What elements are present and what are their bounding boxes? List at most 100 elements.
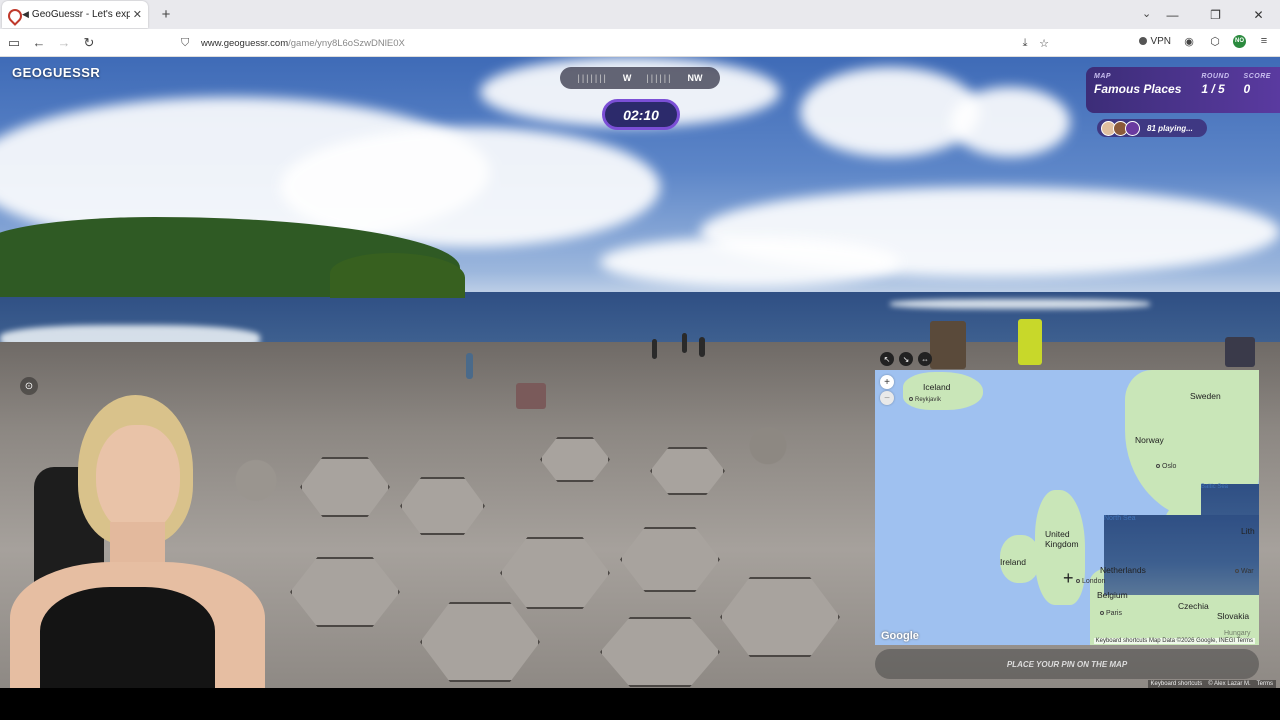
surf bbox=[890, 299, 1150, 309]
back-icon[interactable]: ← bbox=[28, 32, 50, 54]
players-online-badge[interactable]: 81 playing... bbox=[1097, 119, 1207, 137]
tourist bbox=[652, 339, 657, 359]
bookmark-star-icon[interactable]: ☆ bbox=[1036, 35, 1052, 51]
shield-icon[interactable]: ⛉ bbox=[181, 37, 193, 49]
webcam-person-face bbox=[96, 425, 180, 535]
round-timer: 02:10 bbox=[602, 99, 680, 130]
city-dot-icon bbox=[909, 397, 913, 402]
map-label-hungary: Hungary bbox=[1224, 630, 1251, 637]
zoom-out-button[interactable]: − bbox=[880, 391, 894, 405]
url-host: www.geoguessr.com bbox=[201, 37, 289, 49]
tab-bar: ◀︎ GeoGuessr - Let's explore t ✕ + ⌄ — ❐… bbox=[0, 0, 1280, 29]
map-label-sweden: Sweden bbox=[1190, 391, 1221, 401]
map-label-london: London bbox=[1076, 578, 1105, 585]
save-page-icon[interactable]: ⤓ bbox=[1017, 35, 1033, 51]
map-pin-toggle-icon[interactable]: ⇔ bbox=[918, 352, 932, 366]
extensions-icon[interactable]: ⬡ bbox=[1207, 33, 1223, 49]
tourist bbox=[1225, 337, 1255, 367]
menu-icon[interactable]: ≡ bbox=[1256, 33, 1272, 49]
map-label-oslo-text: Oslo bbox=[1162, 463, 1177, 470]
map-label-reykjavik-text: Reykjavík bbox=[915, 397, 942, 403]
window-controls: — ❐ ✕ bbox=[1151, 0, 1280, 29]
account-icon[interactable]: ◉ bbox=[1181, 33, 1197, 49]
map-label-ireland: Ireland bbox=[1000, 557, 1026, 567]
players-online-text: 81 playing... bbox=[1147, 123, 1193, 133]
map-label-paris-text: Paris bbox=[1106, 610, 1122, 617]
map-label-slovakia: Slovakia bbox=[1217, 611, 1250, 621]
map-label-lith: Lith bbox=[1241, 526, 1255, 536]
speaker-icon[interactable]: ◀︎ bbox=[22, 9, 29, 20]
map-label: MAP bbox=[1094, 73, 1112, 80]
map-shrink-icon[interactable]: ↘ bbox=[899, 352, 913, 366]
map-label-belgium: Belgium bbox=[1097, 590, 1128, 600]
browser-tab[interactable]: ◀︎ GeoGuessr - Let's explore t ✕ bbox=[2, 1, 148, 28]
map-label-london-text: London bbox=[1082, 578, 1106, 585]
round-value: 1 / 5 bbox=[1201, 82, 1225, 96]
reload-icon[interactable]: ↻ bbox=[78, 32, 100, 54]
zoom-in-button[interactable]: + bbox=[880, 375, 894, 389]
map-label-war-text: War bbox=[1241, 568, 1254, 575]
compass-northwest: NW bbox=[687, 73, 703, 83]
tourist bbox=[682, 333, 687, 353]
map-label-north-sea: North Sea bbox=[1104, 515, 1259, 595]
tourist bbox=[1018, 319, 1042, 365]
google-logo: Google bbox=[881, 630, 919, 642]
geoguessr-logo[interactable]: GEOGUESSR bbox=[12, 65, 100, 80]
map-value: Famous Places bbox=[1094, 82, 1182, 96]
url-path: /game/yny8L6oSzwDNlE0X bbox=[288, 37, 405, 49]
footer-keyboard-shortcuts[interactable]: Keyboard shortcuts bbox=[1151, 681, 1203, 687]
compass-ticks: ||||||| bbox=[577, 73, 608, 83]
sidebar-icon[interactable]: ▭ bbox=[3, 32, 25, 54]
forward-icon[interactable]: → bbox=[53, 32, 75, 54]
nav-bar: ▭ ← → ↻ ⛉ www.geoguessr.com/game/yny8L6o… bbox=[0, 29, 1280, 57]
city-dot-icon bbox=[1076, 579, 1080, 584]
tourist bbox=[516, 383, 546, 409]
toolbar-right: VPN ◉ ⬡ NO ≡ bbox=[1139, 33, 1272, 49]
city-dot-icon bbox=[1235, 569, 1239, 574]
map-size-controls: ↖ ↘ ⇔ bbox=[880, 352, 932, 366]
tourist bbox=[466, 353, 473, 379]
score-value: 0 bbox=[1243, 82, 1251, 96]
map-label-united-kingdom: United Kingdom bbox=[1045, 529, 1079, 549]
map-enlarge-icon[interactable]: ↖ bbox=[880, 352, 894, 366]
guess-map[interactable]: + − Iceland Reykjavík Sweden Norway Oslo… bbox=[875, 370, 1259, 645]
extension-no-badge[interactable]: NO bbox=[1233, 34, 1246, 48]
map-label-reykjavik: Reykjavík bbox=[909, 397, 941, 403]
tourist bbox=[930, 321, 966, 369]
compass: ||||||| W |||||| NW bbox=[560, 67, 720, 89]
avatar bbox=[1125, 120, 1140, 136]
map-attribution[interactable]: Keyboard shortcuts Map Data ©2026 Google… bbox=[1093, 638, 1255, 644]
tab-list-chevron-icon[interactable]: ⌄ bbox=[1142, 7, 1151, 20]
compass-ticks: |||||| bbox=[646, 73, 673, 83]
score-label: SCORE bbox=[1243, 73, 1271, 80]
footer-credit: © Alex Lazar M. bbox=[1208, 681, 1251, 687]
city-dot-icon bbox=[1100, 611, 1104, 616]
footer-terms[interactable]: Terms bbox=[1257, 681, 1273, 687]
new-tab-icon[interactable]: + bbox=[156, 6, 176, 23]
game-status-panel: MAP Famous Places ROUND 1 / 5 SCORE 0 bbox=[1086, 67, 1280, 113]
tourist bbox=[699, 337, 705, 357]
vpn-button[interactable]: VPN bbox=[1139, 36, 1171, 47]
geoguessr-favicon-icon bbox=[8, 9, 18, 21]
tab-title: GeoGuessr - Let's explore t bbox=[31, 9, 130, 20]
webcam-overlay bbox=[0, 387, 280, 688]
cloud bbox=[950, 87, 1070, 157]
address-bar[interactable]: ⛉ www.geoguessr.com/game/yny8L6oSzwDNlE0… bbox=[175, 32, 1055, 54]
map-label-iceland: Iceland bbox=[923, 382, 951, 392]
city-dot-icon bbox=[1156, 464, 1160, 469]
map-label-oslo: Oslo bbox=[1156, 463, 1176, 470]
vpn-label: VPN bbox=[1150, 35, 1171, 47]
map-label-war: War bbox=[1235, 568, 1254, 575]
street-view-panorama[interactable]: GEOGUESSR ||||||| W |||||| NW 02:10 MAP … bbox=[0, 57, 1280, 688]
zoom-controls: + − bbox=[880, 375, 894, 405]
headland bbox=[330, 253, 465, 298]
map-label-netherlands: Netherlands bbox=[1100, 565, 1146, 575]
close-tab-icon[interactable]: ✕ bbox=[133, 8, 142, 21]
map-crosshair-icon: + bbox=[1063, 568, 1074, 588]
restore-icon[interactable]: ❐ bbox=[1194, 8, 1237, 22]
minimize-icon[interactable]: — bbox=[1151, 8, 1194, 22]
place-pin-button[interactable]: PLACE YOUR PIN ON THE MAP bbox=[875, 649, 1259, 679]
round-label: ROUND bbox=[1201, 73, 1230, 80]
cloud bbox=[600, 237, 900, 287]
close-window-icon[interactable]: ✕ bbox=[1237, 8, 1280, 22]
